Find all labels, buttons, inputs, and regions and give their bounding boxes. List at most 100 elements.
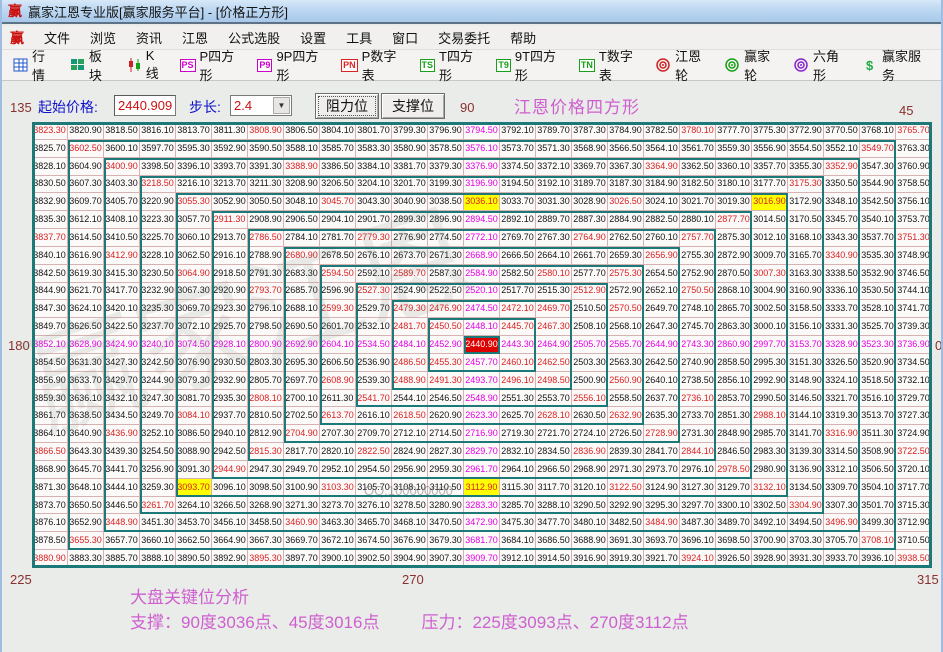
grid-cell: 2539.30 bbox=[356, 372, 392, 390]
grid-cell: 3163.30 bbox=[788, 265, 824, 283]
toolbar-t-number-table[interactable]: TNT数字表 bbox=[576, 44, 644, 86]
grid-cell: 2647.30 bbox=[644, 318, 680, 336]
grid-cell: 3768.10 bbox=[860, 122, 896, 140]
grid-cell: 2496.10 bbox=[500, 372, 536, 390]
grid-cell: 3547.30 bbox=[860, 158, 896, 176]
grid-cell: 2563.30 bbox=[608, 354, 644, 372]
grid-cell: 2889.70 bbox=[536, 211, 572, 229]
grid-cell: 3345.70 bbox=[824, 211, 860, 229]
grid-cell: 2916.10 bbox=[212, 247, 248, 265]
grid-cell: 3115.30 bbox=[500, 479, 536, 497]
grid-cell: 3782.50 bbox=[644, 122, 680, 140]
grid-cell: 2851.30 bbox=[716, 407, 752, 425]
grid-cell: 2791.30 bbox=[248, 265, 284, 283]
grid-cell: 3669.70 bbox=[284, 532, 320, 550]
toolbar-gann-wheel[interactable]: 江恩轮 bbox=[653, 44, 713, 86]
chevron-down-icon[interactable]: ▼ bbox=[273, 97, 290, 114]
grid-cell: 2652.10 bbox=[644, 283, 680, 301]
grid-cell: 3240.10 bbox=[140, 336, 176, 354]
toolbar-hexagon[interactable]: 六角形 bbox=[791, 44, 851, 86]
grid-cell: 3216.10 bbox=[176, 176, 212, 194]
grid-cell: 3691.30 bbox=[608, 532, 644, 550]
grid-cell: 2918.50 bbox=[212, 265, 248, 283]
grid-cell: 3727.30 bbox=[896, 407, 932, 425]
grid-cell: 3861.70 bbox=[32, 407, 68, 425]
grid-cell: 3849.70 bbox=[32, 318, 68, 336]
toolbar-winner-service[interactable]: $赢家服务 bbox=[860, 44, 932, 86]
grid-cell: 2656.90 bbox=[644, 247, 680, 265]
grid-cell: 2932.90 bbox=[212, 372, 248, 390]
grid-cell: 2599.30 bbox=[320, 300, 356, 318]
start-price-input[interactable] bbox=[114, 95, 176, 116]
grid-cell: 2798.50 bbox=[248, 318, 284, 336]
grid-cell: 2762.50 bbox=[608, 229, 644, 247]
resistance-button[interactable]: 阻力位 bbox=[315, 93, 379, 119]
grid-cell: 3722.50 bbox=[896, 443, 932, 461]
grid-cell: 2812.90 bbox=[248, 425, 284, 443]
grid-cell: 2875.30 bbox=[716, 229, 752, 247]
grid-cell: 3108.10 bbox=[392, 479, 428, 497]
grid-cell: 3856.90 bbox=[32, 372, 68, 390]
grid-cell: 3672.10 bbox=[320, 532, 356, 550]
grid-cell: 3268.90 bbox=[248, 497, 284, 515]
grid-cell: 3355.30 bbox=[788, 158, 824, 176]
support-button[interactable]: 支撑位 bbox=[381, 93, 445, 119]
grid-cell: 2863.30 bbox=[716, 318, 752, 336]
grid-cell: 2592.10 bbox=[356, 265, 392, 283]
grid-cell: 3002.50 bbox=[752, 300, 788, 318]
grid-cell: 2661.70 bbox=[572, 247, 608, 265]
grid-cell: 2452.90 bbox=[428, 336, 464, 354]
grid-cell: 3712.90 bbox=[896, 514, 932, 532]
toolbar-9p-square[interactable]: P99P四方形 bbox=[254, 44, 329, 86]
grid-cell: 2455.30 bbox=[428, 354, 464, 372]
grid-cell: 2980.90 bbox=[752, 461, 788, 479]
grid-cell: 2995.30 bbox=[752, 354, 788, 372]
grid-cell: 3700.90 bbox=[752, 532, 788, 550]
grid-cell: 3674.50 bbox=[356, 532, 392, 550]
grid-cell: 2738.50 bbox=[680, 372, 716, 390]
grid-cell: 3518.50 bbox=[860, 372, 896, 390]
grid-cell: 3439.30 bbox=[104, 443, 140, 461]
grid-cell: 2808.10 bbox=[248, 390, 284, 408]
grid-cell: 2968.90 bbox=[572, 461, 608, 479]
grid-cell: 3300.10 bbox=[716, 497, 752, 515]
toolbar-sectors[interactable]: 板块 bbox=[67, 44, 115, 86]
grid-cell: 3072.10 bbox=[176, 318, 212, 336]
grid-cell: 3417.70 bbox=[104, 283, 140, 301]
grid-cell: 3052.90 bbox=[212, 193, 248, 211]
grid-cell: 2829.70 bbox=[464, 443, 500, 461]
toolbar-winner-wheel[interactable]: 赢家轮 bbox=[722, 44, 782, 86]
grid-cell: 3895.30 bbox=[248, 550, 284, 568]
grid-cell: 2498.50 bbox=[536, 372, 572, 390]
grid-cell: 3578.50 bbox=[428, 140, 464, 158]
step-combobox[interactable]: 2.4 ▼ bbox=[230, 95, 292, 116]
degree-label-0: 0 bbox=[935, 338, 942, 353]
grid-cell: 3448.90 bbox=[104, 514, 140, 532]
grid-cell: 3847.30 bbox=[32, 300, 68, 318]
window-title: 赢家江恩专业版[赢家服务平台] - [价格正方形] bbox=[28, 2, 288, 21]
toolbar-9t-square[interactable]: T99T四方形 bbox=[493, 44, 567, 86]
grid-cell: 2644.90 bbox=[644, 336, 680, 354]
grid-cell: 3758.50 bbox=[896, 176, 932, 194]
grid-cell: 2575.30 bbox=[608, 265, 644, 283]
grid-cell: 3304.90 bbox=[788, 497, 824, 515]
grid-cell: 3132.10 bbox=[752, 479, 788, 497]
grid-cell: 3496.90 bbox=[824, 514, 860, 532]
grid-cell: 3081.70 bbox=[176, 390, 212, 408]
grid-cell: 3708.10 bbox=[860, 532, 896, 550]
toolbar-kline[interactable]: K线 bbox=[124, 46, 168, 84]
toolbar-quotes[interactable]: 行情 bbox=[10, 44, 58, 86]
grid-cell: 3607.30 bbox=[68, 176, 104, 194]
kline-icon bbox=[127, 58, 142, 72]
grid-cell: 3050.50 bbox=[248, 193, 284, 211]
toolbar-p-square[interactable]: PSP四方形 bbox=[177, 44, 246, 86]
grid-cell: 3146.50 bbox=[788, 390, 824, 408]
quotes-icon bbox=[13, 58, 28, 72]
toolbar-t-square[interactable]: TST四方形 bbox=[417, 44, 485, 86]
toolbar-p-number-table[interactable]: PNP数字表 bbox=[338, 44, 407, 86]
grid-cell: 2635.30 bbox=[644, 407, 680, 425]
grid-cell: 3566.50 bbox=[608, 140, 644, 158]
grid-cell: 3873.70 bbox=[32, 497, 68, 515]
grid-cell: 2594.50 bbox=[320, 265, 356, 283]
support-text: 支撑：90度3036点、45度3016点 bbox=[130, 613, 379, 632]
